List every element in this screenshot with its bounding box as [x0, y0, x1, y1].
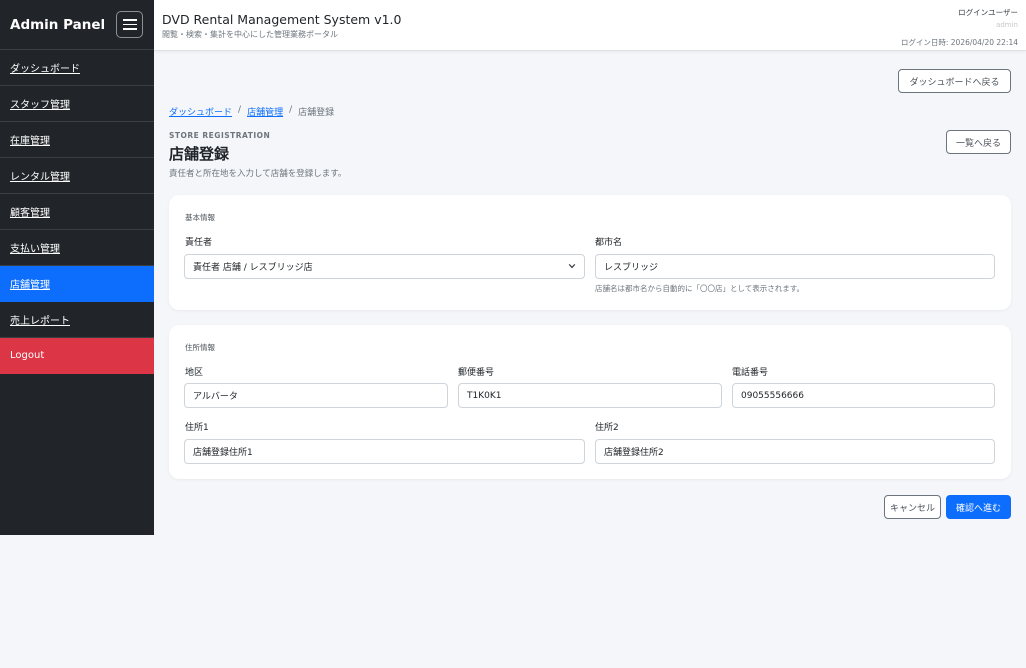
postal-code-input-value: T1K0K1: [467, 390, 502, 401]
city-input-value: レスブリッジ: [604, 263, 659, 273]
breadcrumb: ダッシュボード / 店舗管理 / 店舗登録: [169, 105, 334, 118]
menu-toggle-icon[interactable]: [116, 11, 143, 38]
brand-title: Admin Panel: [10, 16, 106, 33]
sidebar-item-dashboard[interactable]: ダッシュボード: [0, 50, 154, 86]
back-to-list-button[interactable]: 一覧へ戻る: [946, 130, 1011, 154]
page-description: 責任者と所在地を入力して店舗を登録します。: [169, 169, 347, 179]
cancel-button[interactable]: キャンセル: [884, 495, 941, 519]
phone-input-value: 09055556666: [741, 390, 804, 401]
city-help-text: 店舗名は都市名から自動的に「〇〇店」として表示されます。: [595, 284, 805, 293]
district-input-value: アルバータ: [193, 392, 238, 402]
address2-input[interactable]: 店舗登録住所2: [595, 439, 995, 464]
breadcrumb-separator: /: [238, 105, 242, 115]
breadcrumb-separator: /: [289, 105, 293, 115]
sidebar-item-payment[interactable]: 支払い管理: [0, 230, 154, 266]
sidebar-item-inventory[interactable]: 在庫管理: [0, 122, 154, 158]
address-info-card: 住所情報 地区 アルバータ 郵便番号 T1K0K1 電話番号 090555566…: [169, 325, 1011, 479]
login-time: ログイン日時: 2026/04/20 22:14: [900, 38, 1018, 47]
district-label: 地区: [185, 368, 204, 378]
breadcrumb-store-link[interactable]: 店舗管理: [247, 105, 283, 118]
address1-input[interactable]: 店舗登録住所1: [184, 439, 585, 464]
sidebar: Admin Panel ダッシュボード スタッフ管理 在庫管理 レンタル管理 顧…: [0, 0, 154, 535]
sidebar-item-customer[interactable]: 顧客管理: [0, 194, 154, 230]
system-subtitle: 閲覧・検索・集計を中心にした管理業務ポータル: [162, 30, 338, 39]
address2-input-value: 店舗登録住所2: [604, 448, 664, 458]
manager-select-value: 責任者 店舗 / レスブリッジ店: [193, 263, 313, 273]
breadcrumb-dashboard-link[interactable]: ダッシュボード: [169, 105, 232, 118]
section-title-basic: 基本情報: [185, 213, 215, 222]
sidebar-item-rental[interactable]: レンタル管理: [0, 158, 154, 194]
chevron-down-icon: [568, 263, 576, 269]
confirm-button[interactable]: 確認へ進む: [946, 495, 1011, 519]
basic-info-card: 基本情報 責任者 責任者 店舗 / レスブリッジ店 都市名 レスブリッジ 店舗名…: [169, 195, 1011, 310]
city-label: 都市名: [595, 238, 623, 248]
top-header: DVD Rental Management System v1.0 閲覧・検索・…: [154, 0, 1026, 51]
postal-code-label: 郵便番号: [458, 368, 495, 378]
section-title-address: 住所情報: [185, 343, 215, 352]
phone-input[interactable]: 09055556666: [732, 383, 995, 408]
back-to-dashboard-button[interactable]: ダッシュボードへ戻る: [898, 69, 1011, 93]
login-user-label: ログインユーザー: [958, 8, 1018, 17]
page-kicker: STORE REGISTRATION: [169, 131, 271, 140]
breadcrumb-current: 店舗登録: [298, 108, 335, 118]
page-title: 店舗登録: [169, 145, 230, 163]
sidebar-header: Admin Panel: [0, 0, 154, 50]
sidebar-item-store[interactable]: 店舗管理: [0, 266, 154, 302]
address1-input-value: 店舗登録住所1: [193, 448, 253, 458]
district-input[interactable]: アルバータ: [184, 383, 448, 408]
city-input[interactable]: レスブリッジ: [595, 254, 995, 279]
sidebar-item-sales-report[interactable]: 売上レポート: [0, 302, 154, 338]
address1-label: 住所1: [185, 423, 209, 433]
manager-label: 責任者: [185, 238, 213, 248]
address2-label: 住所2: [595, 423, 619, 433]
sidebar-item-staff[interactable]: スタッフ管理: [0, 86, 154, 122]
system-title: DVD Rental Management System v1.0: [162, 12, 402, 27]
logout-button[interactable]: Logout: [0, 338, 154, 374]
login-user-name: admin: [996, 21, 1018, 29]
phone-label: 電話番号: [732, 368, 769, 378]
manager-select[interactable]: 責任者 店舗 / レスブリッジ店: [184, 254, 585, 279]
postal-code-input[interactable]: T1K0K1: [458, 383, 722, 408]
